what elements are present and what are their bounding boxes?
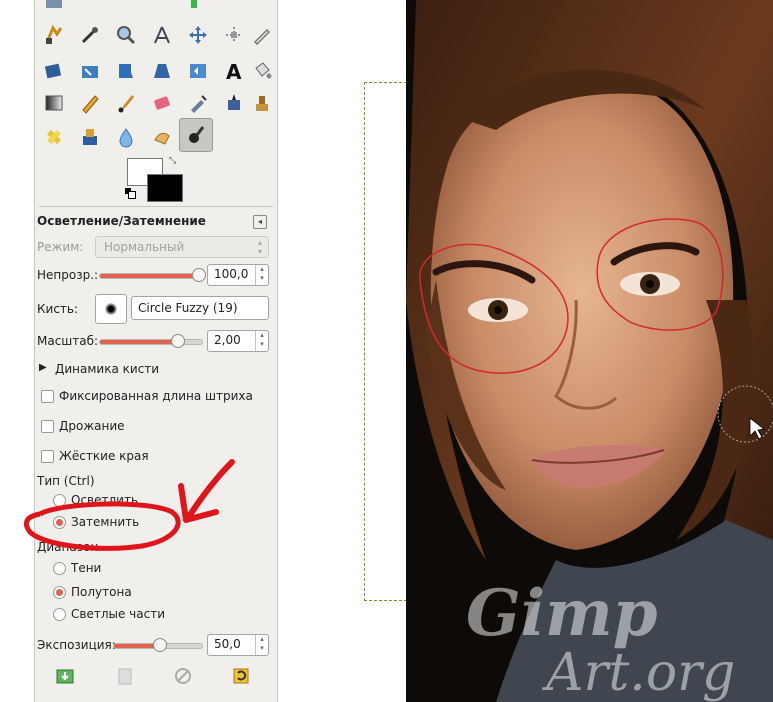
annotation-arrow-shaft [187, 459, 235, 518]
annotation-ellipse [23, 501, 181, 551]
watermark-line1: Gimp [466, 576, 657, 651]
watermark-line2: Art.org [542, 643, 735, 702]
canvas-image[interactable]: Gimp Art.org [406, 0, 773, 702]
